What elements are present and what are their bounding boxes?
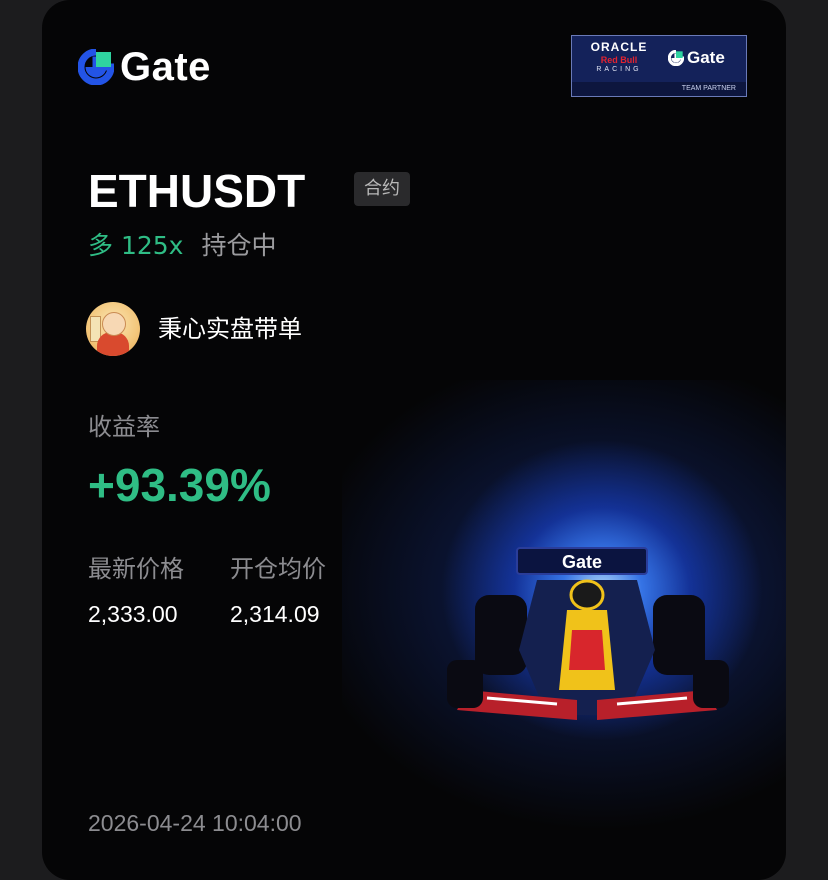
avatar	[86, 302, 140, 356]
timestamp: 2026-04-24 10:04:00	[88, 810, 302, 836]
gate-logo-icon	[78, 49, 114, 85]
latest-price-value: 2,333.00	[88, 601, 178, 627]
car-wing-text: Gate	[562, 552, 602, 572]
trader-name: 秉心实盘带单	[158, 315, 302, 343]
badge-line2: Red Bull	[600, 55, 638, 65]
position-status: 持仓中	[201, 231, 277, 260]
contract-tag: 合约	[354, 172, 410, 206]
trading-pair: ETHUSDT	[88, 165, 306, 217]
entry-price: 开仓均价 2,314.09	[230, 552, 326, 630]
roi-label: 收益率	[88, 413, 160, 441]
position-info: 多 125x 持仓中	[88, 228, 276, 264]
latest-price-label: 最新价格	[88, 555, 184, 583]
race-car-image: Gate	[447, 547, 729, 720]
roi-value: +93.39%	[88, 459, 271, 511]
entry-price-label: 开仓均价	[230, 555, 326, 583]
gate-logo: Gate	[78, 44, 211, 90]
badge-line1: ORACLE	[590, 40, 648, 54]
side-leverage: 多 125x	[88, 231, 184, 260]
badge-line3: RACING	[596, 66, 642, 73]
latest-price: 最新价格 2,333.00	[88, 552, 184, 630]
share-card: Gate ORACLE Red Bull RACING Gate TEAM PA…	[42, 0, 786, 880]
badge-brand: Gate	[687, 48, 725, 67]
team-partner-badge: ORACLE Red Bull RACING Gate TEAM PARTNER	[571, 35, 747, 97]
badge-gate-logo: Gate	[668, 48, 725, 68]
badge-caption: TEAM PARTNER	[572, 82, 746, 96]
gate-small-icon	[668, 50, 684, 66]
gate-logo-text: Gate	[120, 44, 211, 89]
oracle-redbull-racing-logo: ORACLE Red Bull RACING	[578, 40, 660, 82]
trader-info: 秉心实盘带单	[86, 302, 302, 356]
entry-price-value: 2,314.09	[230, 601, 320, 627]
